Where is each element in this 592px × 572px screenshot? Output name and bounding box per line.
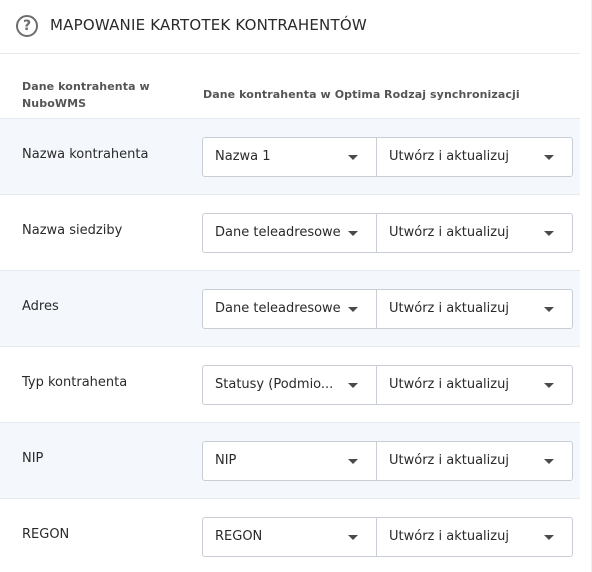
select-value: Nazwa 1 [215, 149, 271, 164]
select-value: Dane teleadresowe [215, 225, 341, 240]
optima-field-select[interactable]: REGON [202, 517, 377, 557]
mapping-panel: ? MAPOWANIE KARTOTEK KONTRAHENTÓW Dane k… [0, 0, 592, 572]
optima-field-select[interactable]: Dane teleadresowe [202, 213, 377, 253]
row-label: Adres [22, 299, 59, 314]
column-header-nubo: Dane kontrahenta w NuboWMS [22, 80, 150, 110]
select-value: Statusy (Podmio... [215, 377, 334, 392]
chevron-down-icon [348, 535, 358, 540]
mapping-row: Typ kontrahenta Statusy (Podmio... Utwór… [0, 346, 580, 422]
optima-field-select[interactable]: Nazwa 1 [202, 137, 377, 177]
column-header-sync: Rodzaj synchronizacji [384, 88, 520, 101]
row-label: NIP [22, 451, 44, 466]
row-label: Nazwa kontrahenta [22, 147, 149, 162]
sync-type-select[interactable]: Utwórz i aktualizuj [376, 365, 573, 405]
select-value: Utwórz i aktualizuj [389, 529, 509, 544]
page-title: MAPOWANIE KARTOTEK KONTRAHENTÓW [50, 16, 367, 34]
select-value: NIP [215, 453, 237, 468]
optima-field-select[interactable]: NIP [202, 441, 377, 481]
mapping-row: Nazwa kontrahenta Nazwa 1 Utwórz i aktua… [0, 118, 580, 194]
chevron-down-icon [348, 459, 358, 464]
mapping-row: Adres Dane teleadresowe Utwórz i aktuali… [0, 270, 580, 346]
sync-type-select[interactable]: Utwórz i aktualizuj [376, 213, 573, 253]
select-value: Utwórz i aktualizuj [389, 301, 509, 316]
chevron-down-icon [544, 155, 554, 160]
chevron-down-icon [544, 307, 554, 312]
row-label: REGON [22, 527, 70, 542]
chevron-down-icon [544, 383, 554, 388]
chevron-down-icon [348, 383, 358, 388]
column-header-optima: Dane kontrahenta w Optima [203, 88, 381, 101]
row-label: Nazwa siedziby [22, 223, 123, 238]
mapping-row: NIP NIP Utwórz i aktualizuj [0, 422, 580, 498]
mapping-row: REGON REGON Utwórz i aktualizuj [0, 498, 580, 572]
row-label: Typ kontrahenta [22, 375, 128, 390]
mapping-row: Nazwa siedziby Dane teleadresowe Utwórz … [0, 194, 580, 270]
chevron-down-icon [544, 535, 554, 540]
sync-type-select[interactable]: Utwórz i aktualizuj [376, 441, 573, 481]
mapping-rows: Nazwa kontrahenta Nazwa 1 Utwórz i aktua… [0, 118, 580, 572]
select-value: Utwórz i aktualizuj [389, 453, 509, 468]
select-value: Utwórz i aktualizuj [389, 377, 509, 392]
optima-field-select[interactable]: Dane teleadresowe [202, 289, 377, 329]
chevron-down-icon [348, 155, 358, 160]
chevron-down-icon [544, 231, 554, 236]
select-value: Utwórz i aktualizuj [389, 149, 509, 164]
select-value: REGON [215, 529, 263, 544]
panel-header: ? MAPOWANIE KARTOTEK KONTRAHENTÓW [0, 0, 580, 54]
select-value: Utwórz i aktualizuj [389, 225, 509, 240]
sync-type-select[interactable]: Utwórz i aktualizuj [376, 137, 573, 177]
help-icon[interactable]: ? [16, 15, 38, 37]
sync-type-select[interactable]: Utwórz i aktualizuj [376, 289, 573, 329]
chevron-down-icon [544, 459, 554, 464]
select-value: Dane teleadresowe [215, 301, 341, 316]
chevron-down-icon [348, 307, 358, 312]
sync-type-select[interactable]: Utwórz i aktualizuj [376, 517, 573, 557]
optima-field-select[interactable]: Statusy (Podmio... [202, 365, 377, 405]
chevron-down-icon [348, 231, 358, 236]
